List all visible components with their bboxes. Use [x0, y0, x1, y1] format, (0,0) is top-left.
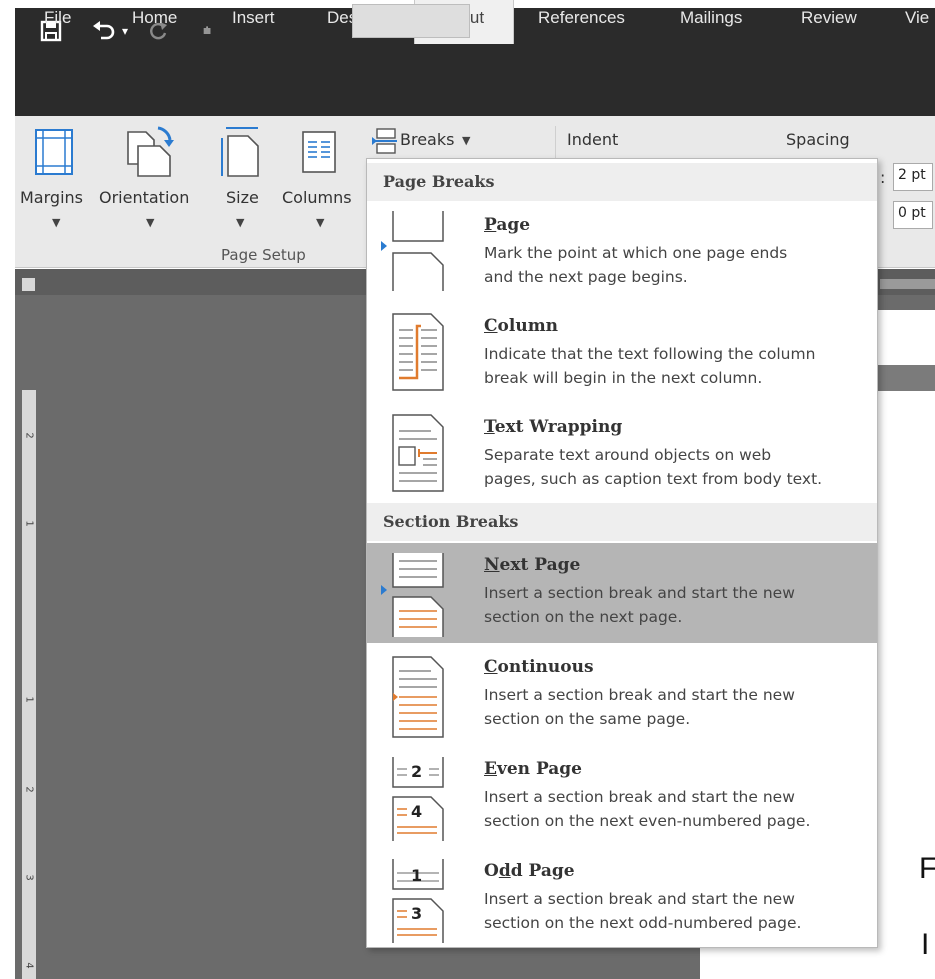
margins-icon — [35, 129, 73, 175]
page-break-icon — [392, 211, 444, 291]
accelerator-key: C — [484, 316, 498, 336]
menu-item-title: Even Page — [484, 759, 582, 779]
accelerator-key: T — [484, 417, 495, 437]
accelerator-key: N — [484, 555, 500, 575]
ribbon-tab-bar — [15, 72, 935, 116]
continuous-break-icon — [392, 656, 444, 738]
default-marker-icon — [381, 241, 387, 251]
columns-icon — [302, 131, 336, 173]
spacing-after-input[interactable]: 0 pt — [893, 201, 933, 229]
menu-item-title: Page — [484, 215, 530, 235]
undo-icon[interactable] — [92, 14, 116, 48]
accelerator-key: P — [484, 215, 497, 235]
indent-label: Indent — [567, 130, 619, 149]
odd-top-number: 1 — [411, 866, 423, 885]
page-ruler-strip — [870, 365, 935, 391]
menu-item-title: Continuous — [484, 657, 594, 677]
section-header-section-breaks: Section Breaks — [367, 503, 877, 541]
menu-item-description: Mark the point at which one page ends an… — [484, 244, 788, 286]
menu-item-text-wrapping-break[interactable]: Text Wrapping Separate text around objec… — [367, 405, 877, 501]
document-text: F — [919, 852, 935, 885]
ruler-number: 2 — [23, 786, 35, 793]
columns-chevron-down-icon: ▼ — [316, 216, 325, 229]
tab-review[interactable]: Review — [801, 0, 857, 44]
default-marker-icon — [381, 585, 387, 595]
odd-page-break-icon: 1 3 — [389, 859, 449, 943]
title-rest: ven Page — [496, 759, 582, 779]
title-rest: d Page — [510, 861, 575, 881]
breaks-icon — [372, 128, 397, 154]
breaks-label: Breaks — [400, 130, 455, 149]
orientation-label: Orientation — [99, 188, 190, 207]
document-text: I — [921, 928, 930, 961]
menu-item-title: Text Wrapping — [484, 417, 622, 437]
spacing-before-colon: : — [880, 168, 886, 187]
title-rest: ontinuous — [497, 657, 594, 677]
group-label-page-setup: Page Setup — [221, 246, 306, 264]
size-icon — [221, 127, 259, 177]
tab-view[interactable]: Vie — [905, 0, 929, 44]
ruler-number: 3 — [23, 874, 35, 881]
accelerator-key: C — [484, 657, 498, 677]
undo-dropdown-icon[interactable]: ▾ — [122, 14, 128, 48]
ruler-number: 1 — [23, 520, 35, 527]
menu-item-odd-page-break[interactable]: 1 3 Odd Page Insert a section break and … — [367, 849, 877, 947]
menu-item-title: Odd Page — [484, 861, 575, 881]
word-window: ▾ ⩧ File Home Insert Design Layout Refer… — [0, 0, 935, 979]
customize-quick-access-icon[interactable]: ⩧ — [203, 14, 211, 48]
margins-label: Margins — [20, 188, 83, 207]
column-break-icon — [392, 313, 444, 391]
vertical-ruler: 2 1 1 2 3 4 — [22, 390, 36, 979]
even-top-number: 2 — [411, 762, 423, 781]
menu-item-description: Separate text around objects on web page… — [484, 446, 823, 488]
title-rest: ext Wrapping — [494, 417, 623, 437]
spacing-label: Spacing — [786, 130, 850, 149]
title-rest: age — [496, 215, 531, 235]
accelerator-key: d — [498, 861, 511, 881]
breaks-dropdown-menu: Page Breaks Page Mark the point at which… — [366, 158, 878, 948]
breaks-button[interactable] — [352, 4, 470, 38]
ruler-number: 2 — [23, 432, 35, 439]
even-page-break-icon: 2 4 — [389, 757, 449, 841]
title-rest: olumn — [497, 316, 559, 336]
breaks-chevron-down-icon: ▼ — [462, 134, 471, 147]
title-prefix: O — [484, 861, 499, 881]
section-header-page-breaks: Page Breaks — [367, 163, 877, 201]
ruler-number: 4 — [23, 962, 35, 969]
tab-selector-icon[interactable] — [22, 278, 35, 291]
size-chevron-down-icon: ▼ — [236, 216, 245, 229]
even-bottom-number: 4 — [411, 802, 423, 821]
tab-home[interactable]: Home — [132, 0, 177, 44]
ruler-number: 1 — [23, 696, 35, 703]
menu-item-title: Next Page — [484, 555, 580, 575]
menu-item-title: Column — [484, 316, 558, 336]
columns-label: Columns — [282, 188, 352, 207]
menu-item-even-page-break[interactable]: 2 4 Even Page Insert a section break and… — [367, 747, 877, 847]
menu-item-description: Indicate that the text following the col… — [484, 345, 816, 387]
menu-item-description: Insert a section break and start the new… — [484, 584, 795, 626]
orientation-icon — [127, 126, 174, 177]
size-label: Size — [226, 188, 259, 207]
spacing-before-input[interactable]: 2 pt — [893, 163, 933, 191]
ruler-strip — [880, 279, 935, 289]
menu-item-continuous-break[interactable]: Continuous Insert a section break and st… — [367, 645, 877, 745]
tab-references[interactable]: References — [538, 0, 625, 44]
title-rest: ext Page — [499, 555, 581, 575]
tab-insert[interactable]: Insert — [232, 0, 275, 44]
next-page-break-icon — [392, 553, 444, 637]
menu-item-description: Insert a section break and start the new… — [484, 890, 802, 932]
accelerator-key: E — [484, 759, 497, 779]
tab-mailings[interactable]: Mailings — [680, 0, 742, 44]
tab-file[interactable]: File — [44, 0, 71, 44]
menu-item-description: Insert a section break and start the new… — [484, 686, 795, 728]
text-wrapping-break-icon — [392, 414, 444, 492]
menu-item-column-break[interactable]: Column Indicate that the text following … — [367, 304, 877, 400]
menu-item-next-page-break[interactable]: Next Page Insert a section break and sta… — [367, 543, 877, 643]
menu-item-description: Insert a section break and start the new… — [484, 788, 811, 830]
margins-chevron-down-icon: ▼ — [52, 216, 61, 229]
orientation-chevron-down-icon: ▼ — [146, 216, 155, 229]
menu-item-page-break[interactable]: Page Mark the point at which one page en… — [367, 203, 877, 299]
odd-bottom-number: 3 — [411, 904, 423, 923]
